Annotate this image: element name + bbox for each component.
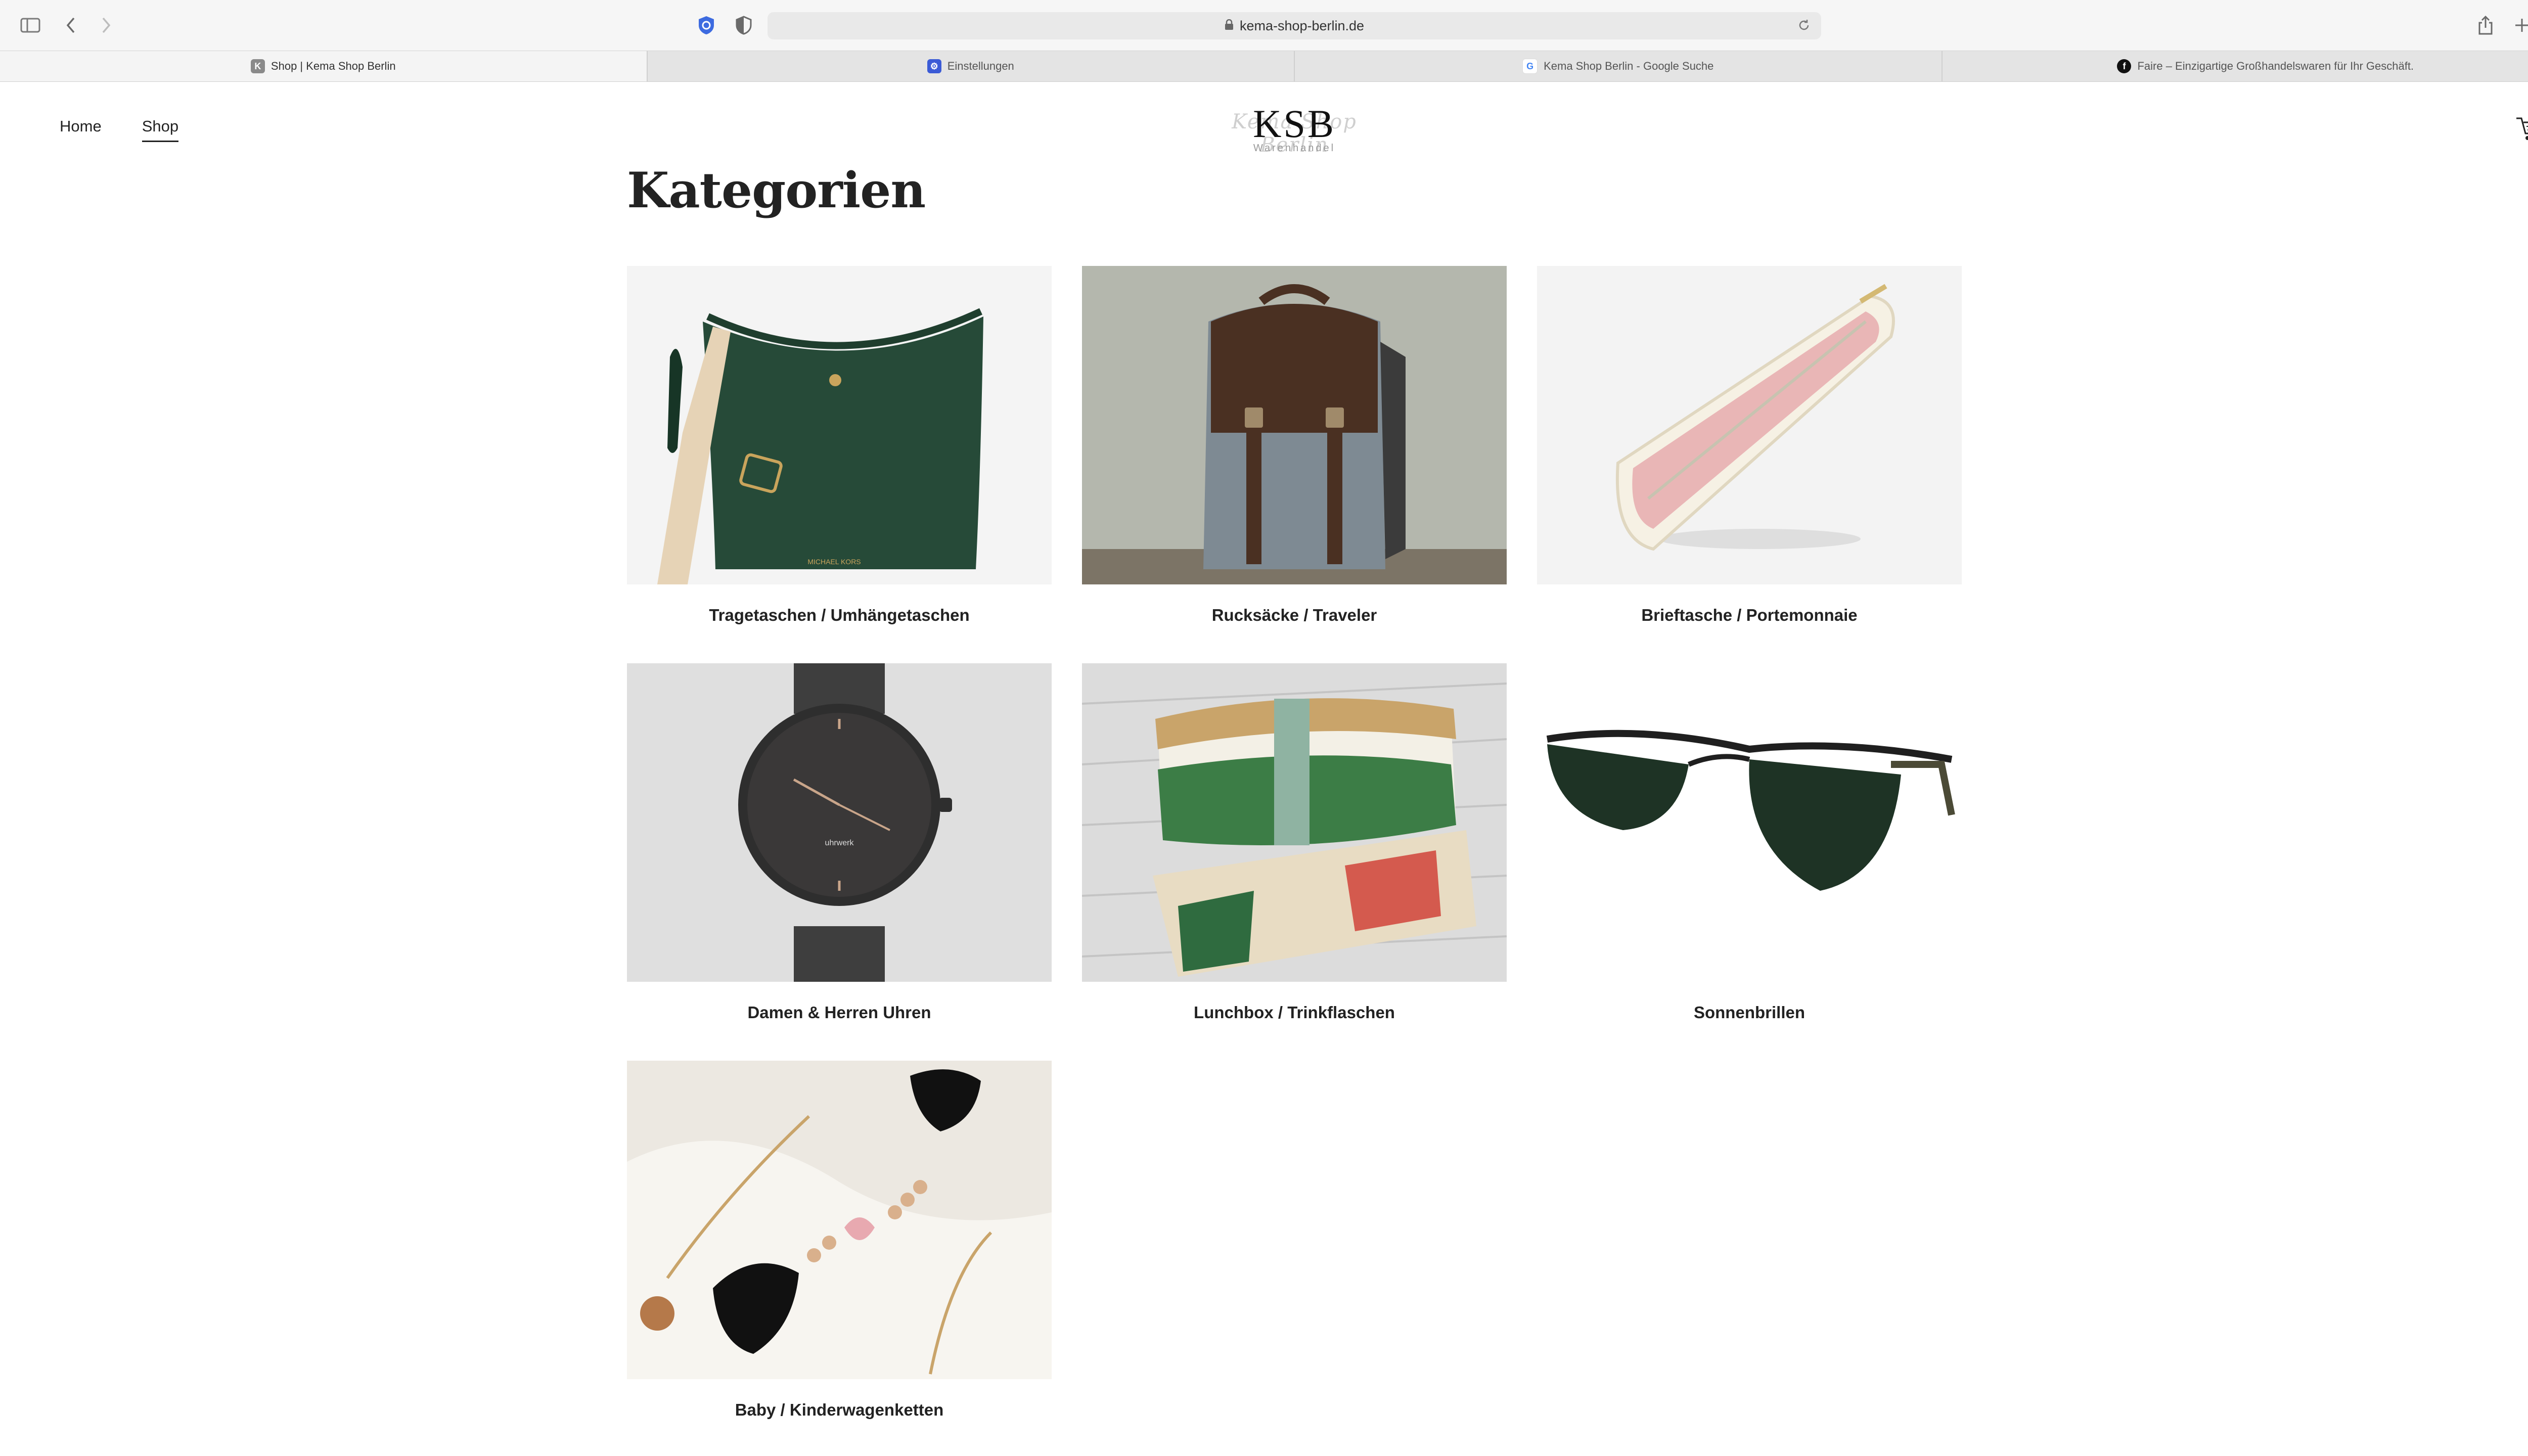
- category-label: Sonnenbrillen: [1693, 1003, 1805, 1022]
- sunglasses-image: [1537, 663, 1962, 982]
- category-card-baby[interactable]: Baby / Kinderwagenketten: [627, 1061, 1052, 1420]
- address-bar[interactable]: kema-shop-berlin.de: [768, 12, 1821, 39]
- reader-shield-icon[interactable]: [735, 15, 752, 35]
- logo-initials: KSB: [1253, 102, 1336, 146]
- url-text: kema-shop-berlin.de: [1239, 18, 1365, 33]
- category-card-brieftasche[interactable]: Brieftasche / Portemonnaie: [1537, 266, 1962, 625]
- nav-shop[interactable]: Shop: [142, 117, 179, 142]
- category-label: Lunchbox / Trinkflaschen: [1194, 1003, 1395, 1022]
- tab-google-search[interactable]: G Kema Shop Berlin - Google Suche: [1294, 51, 1942, 81]
- category-label: Tragetaschen / Umhängetaschen: [709, 606, 970, 624]
- tab-settings[interactable]: ⚙ Einstellungen: [646, 51, 1294, 81]
- privacy-shield-icon[interactable]: [697, 15, 716, 35]
- forward-icon[interactable]: [100, 15, 112, 35]
- browser-toolbar: kema-shop-berlin.de: [0, 0, 2528, 51]
- tab-shop[interactable]: K Shop | Kema Shop Berlin: [0, 51, 647, 81]
- settings-favicon-icon: ⚙: [927, 59, 941, 73]
- faire-favicon-icon: f: [2117, 59, 2132, 73]
- main-nav: Home Shop: [60, 117, 179, 142]
- tab-title: Kema Shop Berlin - Google Suche: [1544, 60, 1714, 72]
- back-icon[interactable]: [65, 15, 77, 35]
- tab-faire[interactable]: f Faire – Einzigartige Großhandelswaren …: [1941, 51, 2528, 81]
- category-label: Brieftasche / Portemonnaie: [1641, 606, 1858, 624]
- category-card-lunchbox[interactable]: Lunchbox / Trinkflaschen: [1082, 663, 1507, 1022]
- baby-chain-image: [627, 1061, 1052, 1379]
- page-title: Kategorien: [627, 162, 926, 219]
- tab-title: Faire – Einzigartige Großhandelswaren fü…: [2137, 60, 2414, 72]
- lunchbox-image: [1082, 663, 1507, 982]
- tab-title: Shop | Kema Shop Berlin: [270, 60, 396, 72]
- k-favicon-icon: K: [250, 59, 265, 73]
- category-card-sonnenbrillen[interactable]: Sonnenbrillen: [1537, 663, 1962, 1022]
- category-card-uhren[interactable]: uhrwerk Damen & Herren Uhren: [627, 663, 1052, 1022]
- new-tab-icon[interactable]: [2514, 15, 2528, 35]
- nav-home[interactable]: Home: [60, 117, 102, 142]
- site-logo[interactable]: Kema Shop Berlin KSB Warenhandel: [1203, 101, 1385, 162]
- lock-icon: [1225, 18, 1234, 34]
- tab-title: Einstellungen: [947, 60, 1014, 72]
- google-favicon-icon: G: [1522, 59, 1538, 74]
- category-card-rucksaecke[interactable]: Rucksäcke / Traveler: [1082, 266, 1507, 625]
- share-icon[interactable]: [2477, 15, 2494, 35]
- cart-icon[interactable]: [2515, 116, 2528, 144]
- sidebar-toggle-icon[interactable]: [20, 15, 40, 35]
- logo-subtitle: Warenhandel: [1253, 143, 1336, 154]
- backpack-image: [1082, 266, 1507, 584]
- tab-bar: K Shop | Kema Shop Berlin ⚙ Einstellunge…: [0, 51, 2528, 82]
- category-label: Rucksäcke / Traveler: [1211, 606, 1377, 624]
- category-label: Baby / Kinderwagenketten: [735, 1400, 944, 1419]
- wallet-image: [1537, 266, 1962, 584]
- svg-text:MICHAEL KORS: MICHAEL KORS: [807, 558, 861, 566]
- category-label: Damen & Herren Uhren: [747, 1003, 931, 1022]
- watch-image: uhrwerk: [627, 663, 1052, 982]
- svg-text:uhrwerk: uhrwerk: [825, 839, 854, 847]
- reload-icon[interactable]: [1797, 18, 1811, 36]
- handbag-image: MICHAEL KORS: [627, 266, 1052, 584]
- category-card-tragetaschen[interactable]: MICHAEL KORS Tragetaschen / Umhängetasch…: [627, 266, 1052, 625]
